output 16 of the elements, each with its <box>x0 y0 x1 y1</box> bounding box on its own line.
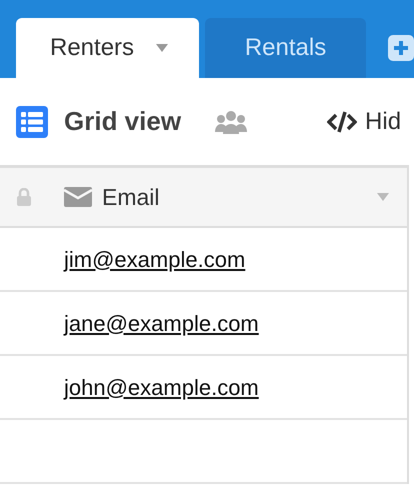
grid-icon <box>16 106 48 138</box>
column-header[interactable]: Email <box>0 168 407 228</box>
view-name[interactable]: Grid view <box>64 102 182 141</box>
column-title: Email <box>102 182 160 212</box>
add-icon[interactable] <box>388 35 414 61</box>
email-link[interactable]: jim@example.com <box>64 242 246 276</box>
envelope-icon <box>64 187 92 207</box>
people-icon[interactable] <box>215 110 248 134</box>
caret-icon <box>156 44 168 52</box>
hide-fields-button[interactable]: Hid <box>327 104 402 140</box>
lock-icon <box>16 188 32 206</box>
tab[interactable]: Renters <box>16 18 200 78</box>
email-link[interactable]: john@example.com <box>64 370 259 404</box>
caret-icon[interactable] <box>377 193 389 201</box>
tab[interactable]: Rentals <box>205 18 366 78</box>
email-link[interactable]: jane@example.com <box>64 306 259 340</box>
